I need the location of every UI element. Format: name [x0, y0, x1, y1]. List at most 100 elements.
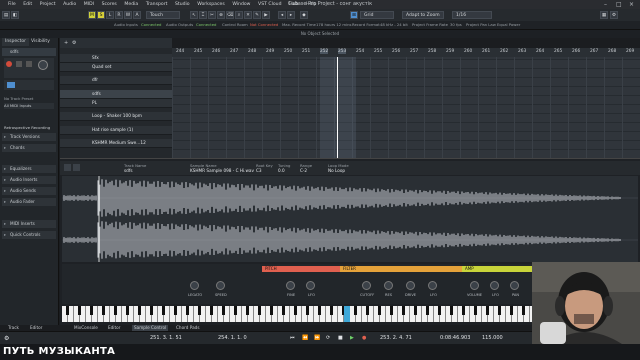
- snap-on-icon[interactable]: ⊞: [350, 11, 358, 19]
- fast-forward-icon[interactable]: ⏩: [314, 335, 320, 341]
- instrument-slot[interactable]: [4, 80, 54, 90]
- monitor-icon[interactable]: [16, 61, 22, 67]
- root-key-value[interactable]: C3: [256, 168, 262, 173]
- minimize-icon[interactable]: –: [604, 1, 607, 8]
- erase-tool-icon[interactable]: ⌫: [226, 11, 234, 19]
- rewind-icon[interactable]: ⏮: [290, 335, 295, 341]
- resonance-knob[interactable]: [384, 281, 393, 290]
- fast-rewind-icon[interactable]: ⏪: [302, 335, 308, 341]
- mute-tool-icon[interactable]: ✕: [244, 11, 252, 19]
- tab-inspector[interactable]: Inspector: [2, 38, 29, 46]
- menu-midi[interactable]: MIDI: [84, 0, 94, 9]
- transport-settings-icon[interactable]: ⚙: [4, 335, 9, 342]
- track-row[interactable]: PL: [60, 99, 172, 108]
- play-icon[interactable]: ▶: [350, 335, 354, 341]
- secondary-time-display[interactable]: 0:08:46.903: [440, 335, 470, 341]
- retrospective-recording-label[interactable]: Retrospective Recording: [4, 125, 54, 130]
- record-icon[interactable]: ●: [362, 335, 366, 341]
- snap-type-select[interactable]: Grid: [360, 11, 394, 19]
- automation-mode-select[interactable]: Touch: [146, 11, 180, 19]
- section-audio-sends[interactable]: Audio Sends: [2, 187, 56, 195]
- track-row[interactable]: Loop - Shaker 100 bpm: [60, 112, 172, 121]
- section-audio-inserts[interactable]: Audio Inserts: [2, 176, 56, 184]
- tab-visibility[interactable]: Visibility: [28, 38, 53, 46]
- track-name-value[interactable]: sdfs: [124, 168, 133, 173]
- split-tool-icon[interactable]: ✂: [208, 11, 216, 19]
- range-tool-icon[interactable]: ⌶: [199, 11, 207, 19]
- range-value[interactable]: C-2: [300, 168, 307, 173]
- listen-button[interactable]: L: [106, 11, 114, 19]
- inspector-track-name[interactable]: sdfs: [2, 48, 56, 56]
- automation-button[interactable]: A: [133, 11, 141, 19]
- record-enable-icon[interactable]: [6, 61, 12, 67]
- section-midi-inserts[interactable]: MIDI Inserts: [2, 220, 56, 228]
- tempo-display[interactable]: 115.000: [482, 335, 503, 341]
- menu-project[interactable]: Project: [40, 0, 56, 9]
- track-row[interactable]: Quad set: [60, 63, 172, 72]
- midi-input-select[interactable]: All MIDI Inputs: [4, 103, 54, 109]
- section-equalizers[interactable]: Equalizers: [2, 165, 56, 173]
- right-locator[interactable]: 254. 1. 1. 0: [218, 335, 247, 341]
- primary-time-display[interactable]: 253. 2. 4. 71: [380, 335, 412, 341]
- sample-name-value[interactable]: KSHMR Sample 098 - C Hi.wav: [190, 168, 254, 173]
- legato-knob[interactable]: [190, 281, 199, 290]
- pointer-tool-icon[interactable]: ↖: [190, 11, 198, 19]
- tuning-value[interactable]: 0.0: [278, 168, 285, 173]
- sampler-mode-icon[interactable]: [64, 164, 71, 171]
- track-row[interactable]: KSHMR Medium Swe...12: [60, 139, 172, 148]
- read-button[interactable]: R: [115, 11, 123, 19]
- project-window-icon[interactable]: ▤: [2, 11, 10, 19]
- track-preset-label[interactable]: No Track Preset: [4, 96, 54, 101]
- track-row-selected[interactable]: sdfs: [60, 90, 172, 99]
- read-icon[interactable]: [26, 61, 32, 67]
- settings-icon[interactable]: ⚙: [610, 11, 618, 19]
- draw-tool-icon[interactable]: ✎: [253, 11, 261, 19]
- waveform-display[interactable]: [62, 176, 638, 262]
- cutoff-knob[interactable]: [362, 281, 371, 290]
- track-row[interactable]: Hat rise sample (1): [60, 126, 172, 135]
- grid-type-select[interactable]: Adapt to Zoom: [402, 11, 444, 19]
- playhead[interactable]: [337, 57, 338, 158]
- section-chords[interactable]: Chords: [2, 144, 56, 152]
- quantize-select[interactable]: 1/16: [452, 11, 492, 19]
- play-sample-icon[interactable]: [73, 164, 80, 171]
- next-icon[interactable]: ▸: [287, 11, 295, 19]
- section-quick-controls[interactable]: Quick Controls: [2, 231, 56, 239]
- track-settings-icon[interactable]: ⚙: [72, 40, 76, 46]
- menu-edit[interactable]: Edit: [23, 0, 32, 9]
- menu-transport[interactable]: Transport: [146, 0, 168, 9]
- play-tool-icon[interactable]: ▶: [262, 11, 270, 19]
- menu-media[interactable]: Media: [124, 0, 138, 9]
- add-track-icon[interactable]: +: [64, 40, 68, 46]
- drive-knob[interactable]: [406, 281, 415, 290]
- menu-scores[interactable]: Scores: [102, 0, 117, 9]
- close-icon[interactable]: ×: [629, 1, 634, 8]
- pan-knob[interactable]: [510, 281, 519, 290]
- layout-icon[interactable]: ▦: [600, 11, 608, 19]
- track-row[interactable]: dfr: [60, 76, 172, 85]
- volume-knob[interactable]: [470, 281, 479, 290]
- fine-knob[interactable]: [286, 281, 295, 290]
- inspector-toggle-icon[interactable]: ◧: [11, 11, 19, 19]
- solo-button[interactable]: S: [97, 11, 105, 19]
- pitch-lfo-knob[interactable]: [306, 281, 315, 290]
- speed-knob[interactable]: [216, 281, 225, 290]
- black-keys[interactable]: [62, 306, 532, 315]
- section-audio-fader[interactable]: Audio Fader: [2, 198, 56, 206]
- piano-keyboard[interactable]: [62, 306, 532, 322]
- arrange-area[interactable]: [172, 57, 640, 158]
- mute-button[interactable]: M: [88, 11, 96, 19]
- color-icon[interactable]: ◆: [300, 11, 308, 19]
- amp-lfo-knob[interactable]: [490, 281, 499, 290]
- cycle-icon[interactable]: ⟳: [326, 335, 330, 341]
- menu-file[interactable]: File: [8, 0, 16, 9]
- glue-tool-icon[interactable]: ⊕: [217, 11, 225, 19]
- left-locator[interactable]: 251. 3. 1. 51: [150, 335, 182, 341]
- track-row[interactable]: Sfx: [60, 54, 172, 63]
- section-track-versions[interactable]: Track Versions: [2, 133, 56, 141]
- menu-audio[interactable]: Audio: [63, 0, 76, 9]
- stop-icon[interactable]: ■: [338, 335, 343, 341]
- filter-lfo-knob[interactable]: [428, 281, 437, 290]
- loop-mode-value[interactable]: No Loop: [328, 168, 345, 173]
- prev-icon[interactable]: ◂: [278, 11, 286, 19]
